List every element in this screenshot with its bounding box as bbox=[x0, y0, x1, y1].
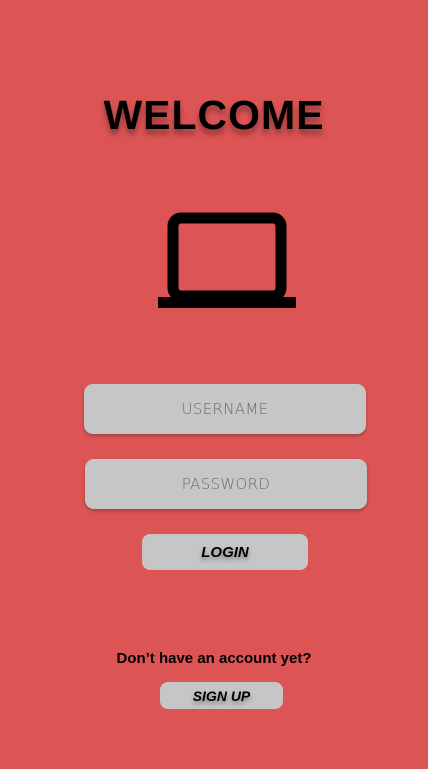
login-button[interactable]: LOGIN bbox=[142, 534, 308, 570]
password-input[interactable] bbox=[85, 459, 367, 509]
signup-prompt: Don’t have an account yet? bbox=[116, 650, 312, 667]
sign-up-button[interactable]: SIGN UP bbox=[160, 682, 283, 709]
username-input[interactable] bbox=[84, 384, 366, 434]
laptop-icon bbox=[158, 212, 296, 308]
page-title: WELCOME bbox=[103, 92, 325, 138]
